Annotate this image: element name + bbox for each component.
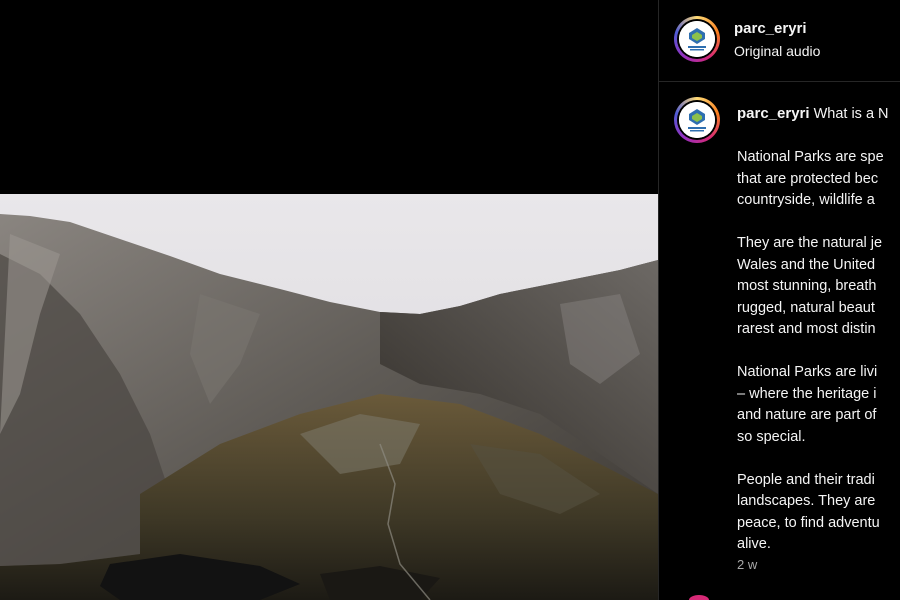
caption-line: – where the heritage i [737, 385, 877, 402]
post-side-panel: parc_eryri Original audio parc_eryri Wha… [658, 0, 900, 600]
caption-line: People and their tradi [737, 471, 875, 488]
caption-line: rugged, natural beaut [737, 299, 875, 316]
caption-line: that are protected bec [737, 170, 879, 187]
caption-paragraph-3: National Parks are livi – where the heri… [737, 362, 900, 448]
caption-line: rarest and most distin [737, 321, 876, 337]
caption-line: They are the natural je [737, 235, 883, 251]
caption-line: alive. [737, 536, 771, 552]
national-park-logo-icon [679, 21, 715, 57]
caption-line: Wales and the United [737, 256, 876, 273]
caption-line: National Parks are spe [737, 149, 884, 165]
post-author-username[interactable]: parc_eryri [734, 20, 807, 37]
caption-line: National Parks are livi [737, 364, 878, 380]
post-timestamp[interactable]: 2 w [737, 557, 757, 572]
caption-line: peace, to find adventu [737, 514, 880, 531]
mountain-landscape-image [0, 194, 658, 600]
caption-line: landscapes. They are [737, 493, 876, 509]
post-header: parc_eryri Original audio [659, 0, 900, 82]
caption-avatar[interactable] [674, 97, 720, 143]
caption-paragraph-1: National Parks are spe that are protecte… [737, 147, 900, 212]
caption-line: and nature are part of [737, 407, 877, 423]
caption-line: so special. [737, 428, 806, 445]
national-park-logo-icon [679, 102, 715, 138]
caption-paragraph-2: They are the natural je Wales and the Un… [737, 233, 900, 341]
caption-first-line: parc_eryri What is a N [737, 103, 900, 126]
media-pane [0, 0, 658, 600]
caption-line: most stunning, breath [737, 278, 877, 294]
audio-label[interactable]: Original audio [734, 43, 820, 59]
avatar[interactable] [674, 16, 720, 62]
caption: parc_eryri What is a N National Parks ar… [737, 103, 900, 556]
caption-line: countryside, wildlife a [737, 192, 875, 208]
caption-intro: What is a N [813, 106, 889, 122]
video-player[interactable] [0, 194, 658, 600]
caption-username[interactable]: parc_eryri [737, 105, 810, 122]
caption-paragraph-4: People and their tradi landscapes. They … [737, 470, 900, 556]
next-comment-avatar[interactable] [689, 595, 709, 600]
